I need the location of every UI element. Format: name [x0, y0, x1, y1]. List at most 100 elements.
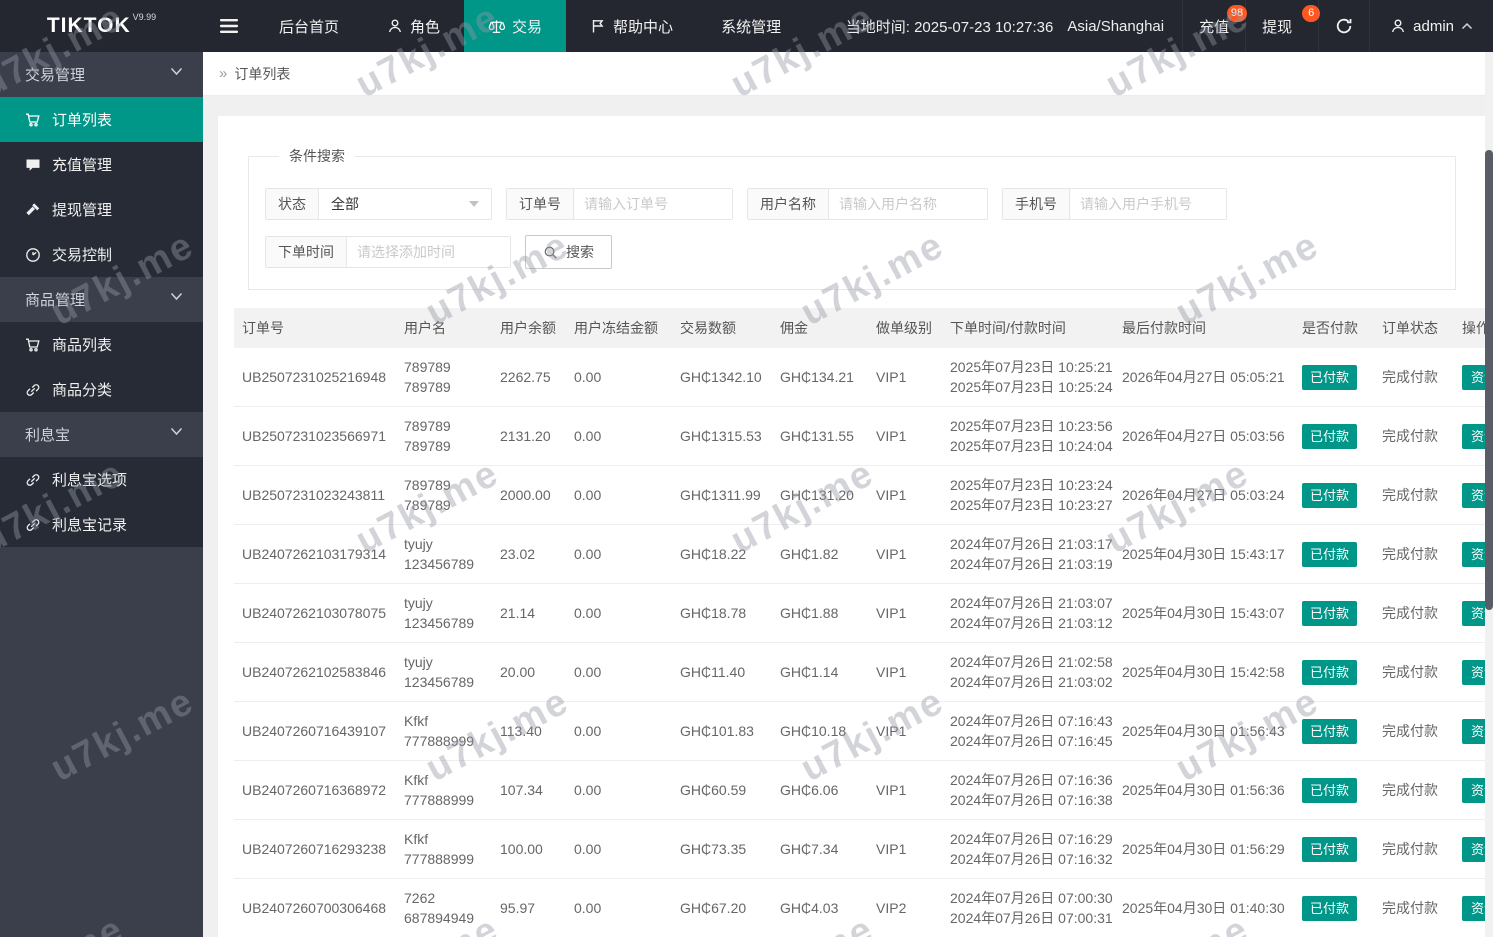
funds-button[interactable]: 资金 [1462, 895, 1486, 921]
cell-actions: 资金 [1454, 406, 1486, 466]
sidebar-item-label: 利息宝选项 [52, 472, 128, 489]
username-line1: Kfkf [404, 772, 429, 788]
order-time-line1: 2024年07月26日 21:03:17 [950, 536, 1113, 552]
col-header-username: 用户名 [396, 308, 492, 348]
cart-icon [25, 337, 41, 353]
cell-order-time: 2024年07月26日 21:03:07 2024年07月26日 21:03:1… [942, 583, 1114, 643]
sidebar-item-order-list[interactable]: 订单列表 [0, 97, 203, 142]
cell-actions: 资金 [1454, 583, 1486, 643]
cell-level: VIP1 [868, 465, 942, 525]
refresh-button[interactable] [1318, 0, 1369, 52]
col-header-actions: 操作 [1454, 308, 1486, 348]
cell-frozen: 0.00 [566, 642, 672, 702]
app-logo[interactable]: TIKTOK V9.99 [0, 0, 203, 52]
nav-item-help-center[interactable]: 帮助中心 [566, 0, 697, 52]
username-line2: 777888999 [404, 792, 475, 808]
cell-paid: 已付款 [1294, 819, 1374, 879]
search-row-1: 状态 全部 订单号 用户名称 手机号 [265, 188, 1439, 220]
nav-item-home[interactable]: 后台首页 [255, 0, 363, 52]
funds-button[interactable]: 资金 [1462, 836, 1486, 862]
username-input[interactable] [829, 189, 987, 219]
timezone-text: Asia/Shanghai [1067, 17, 1165, 35]
sidebar-group-trade-management[interactable]: 交易管理 [0, 52, 203, 97]
cell-order-no: UB2407260716439107 [234, 701, 396, 761]
sidebar-group-product-management[interactable]: 商品管理 [0, 277, 203, 322]
link-icon [25, 472, 41, 488]
order-time-line1: 2024年07月26日 21:03:07 [950, 595, 1113, 611]
nav-item-system[interactable]: 系统管理 [697, 0, 805, 52]
order-time-line2: 2024年07月26日 21:03:19 [950, 556, 1113, 572]
nav-item-trade[interactable]: 交易 [464, 0, 567, 52]
sidebar-item-product-category[interactable]: 商品分类 [0, 367, 203, 412]
table-row: UB2407262102583846 tyujy 123456789 20.00… [234, 642, 1486, 702]
paid-status-badge: 已付款 [1302, 718, 1358, 744]
cell-last-pay-time: 2025年04月30日 15:43:17 [1114, 524, 1294, 584]
username-line1: Kfkf [404, 831, 429, 847]
user-menu[interactable]: admin [1369, 0, 1493, 52]
cell-commission: GH₵7.34 [772, 819, 868, 879]
search-button[interactable]: 搜索 [525, 235, 612, 269]
sidebar-item-product-list[interactable]: 商品列表 [0, 322, 203, 367]
nav-item-roles[interactable]: 角色 [363, 0, 464, 52]
hamburger-menu-icon[interactable] [203, 0, 255, 52]
funds-button[interactable]: 资金 [1462, 541, 1486, 567]
username-line1: Kfkf [404, 713, 429, 729]
sidebar-item-withdraw-management[interactable]: 提现管理 [0, 187, 203, 232]
cell-level: VIP1 [868, 524, 942, 584]
cell-amount: GH₵1315.53 [672, 406, 772, 466]
funds-button[interactable]: 资金 [1462, 364, 1486, 390]
phone-input[interactable] [1070, 189, 1226, 219]
order-time-label: 下单时间 [266, 237, 347, 267]
cell-last-pay-time: 2025年04月30日 15:42:58 [1114, 642, 1294, 702]
funds-button[interactable]: 资金 [1462, 423, 1486, 449]
sidebar-item-recharge-management[interactable]: 充值管理 [0, 142, 203, 187]
withdraw-link[interactable]: 提现 6 [1245, 0, 1321, 52]
funds-button[interactable]: 资金 [1462, 718, 1486, 744]
sidebar-item-label: 商品分类 [52, 382, 113, 399]
funds-button[interactable]: 资金 [1462, 659, 1486, 685]
chevron-down-icon [170, 427, 183, 436]
cell-order-no: UB2407262103179314 [234, 524, 396, 584]
cell-amount: GH₵1311.99 [672, 465, 772, 525]
cell-amount: GH₵67.20 [672, 878, 772, 937]
link-icon [25, 517, 41, 533]
status-label: 状态 [266, 189, 319, 219]
nav-item-label: 角色 [410, 18, 441, 36]
funds-button[interactable]: 资金 [1462, 777, 1486, 803]
status-select[interactable]: 全部 [319, 189, 491, 219]
sidebar-item-interest-options[interactable]: 利息宝选项 [0, 457, 203, 502]
cell-actions: 资金 [1454, 642, 1486, 702]
funds-button[interactable]: 资金 [1462, 482, 1486, 508]
sidebar-group-interest-treasure[interactable]: 利息宝 [0, 412, 203, 457]
cell-commission: GH₵131.20 [772, 465, 868, 525]
cell-actions: 资金 [1454, 760, 1486, 820]
cell-actions: 资金 [1454, 524, 1486, 584]
scales-icon [488, 18, 506, 35]
order-time-input[interactable] [347, 237, 510, 267]
cell-username: 789789 789789 [396, 406, 492, 466]
order-time-line1: 2024年07月26日 21:02:58 [950, 654, 1113, 670]
sidebar-item-interest-records[interactable]: 利息宝记录 [0, 502, 203, 547]
cell-order-status: 完成付款 [1374, 465, 1454, 525]
sidebar-item-trade-control[interactable]: 交易控制 [0, 232, 203, 277]
breadcrumb: » 订单列表 [203, 52, 1493, 96]
vertical-scrollbar-thumb[interactable] [1485, 150, 1493, 610]
vertical-scrollbar-track[interactable] [1485, 52, 1493, 937]
page-title: 订单列表 [234, 65, 291, 82]
order-time-line2: 2024年07月26日 07:16:32 [950, 851, 1113, 867]
breadcrumb-caret-icon: » [219, 65, 228, 82]
order-time-line2: 2024年07月26日 21:03:12 [950, 615, 1113, 631]
cell-actions: 资金 [1454, 465, 1486, 525]
cell-paid: 已付款 [1294, 760, 1374, 820]
funds-button[interactable]: 资金 [1462, 600, 1486, 626]
order-no-input[interactable] [574, 189, 732, 219]
cell-balance: 2000.00 [492, 465, 566, 525]
cell-order-time: 2024年07月26日 21:02:58 2024年07月26日 21:03:0… [942, 642, 1114, 702]
cell-order-status: 完成付款 [1374, 701, 1454, 761]
cell-order-time: 2024年07月26日 07:00:30 2024年07月26日 07:00:3… [942, 878, 1114, 937]
logo-version: V9.99 [132, 12, 157, 22]
cell-order-status: 完成付款 [1374, 583, 1454, 643]
cart-icon [25, 112, 41, 128]
recharge-link[interactable]: 充值 98 [1182, 0, 1248, 52]
sidebar-item-label: 提现管理 [52, 202, 113, 219]
